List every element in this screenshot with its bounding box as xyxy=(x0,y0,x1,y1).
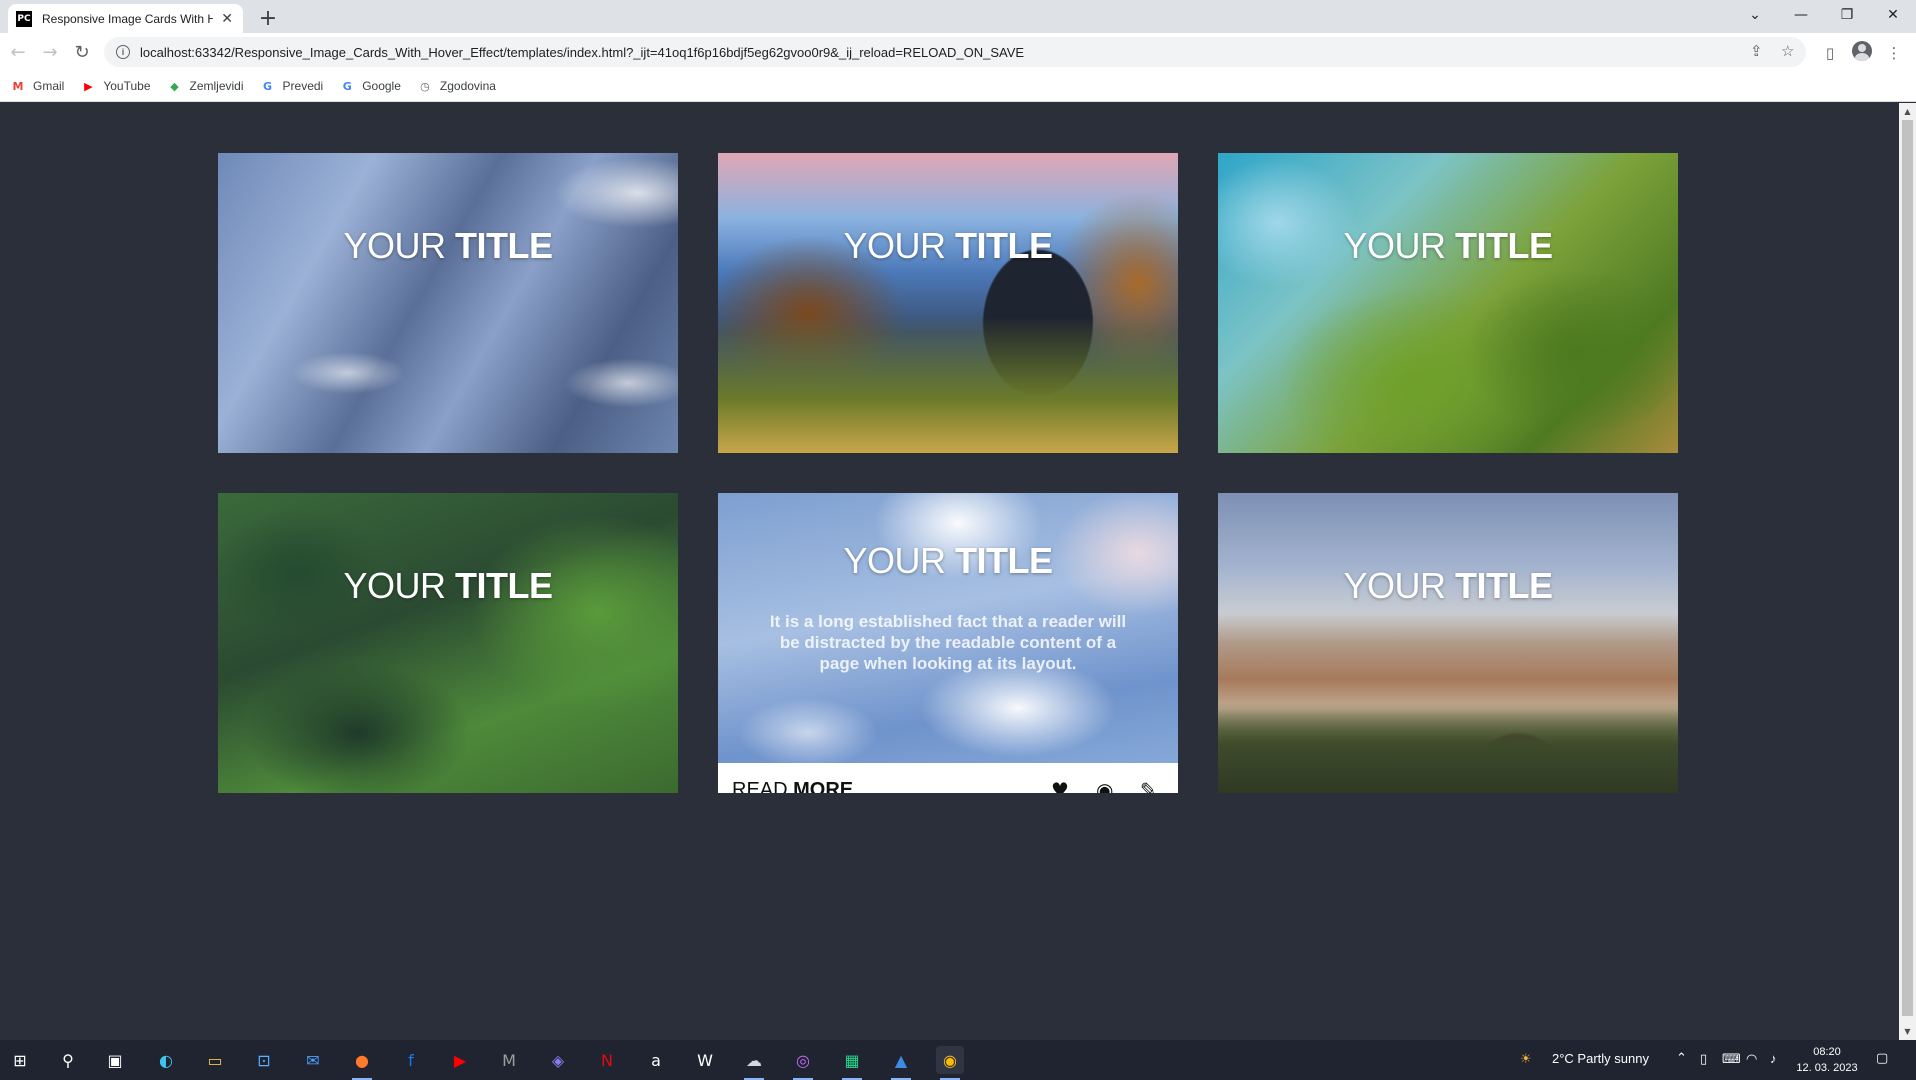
app-shield-icon[interactable]: ◈ xyxy=(544,1046,572,1074)
card-title: YOUR TITLE xyxy=(843,225,1053,266)
maps-icon: ◆ xyxy=(170,79,179,93)
browser-toolbar: ← → ↻ i localhost:63342/Responsive_Image… xyxy=(0,33,1916,71)
image-card-sky-hovered[interactable]: YOUR TITLE It is a long established fact… xyxy=(718,493,1178,793)
site-info-icon[interactable]: i xyxy=(116,45,130,59)
clock-date: 12. 03. 2023 xyxy=(1796,1062,1858,1074)
gmail-icon: M xyxy=(12,79,24,93)
side-panel-icon[interactable]: ▯ xyxy=(1820,43,1840,63)
bookmark-zemljevidi[interactable]: ◆ Zemljevidi xyxy=(167,78,244,94)
network-icon[interactable]: ◠ xyxy=(1746,1051,1757,1067)
browser-tab-strip: PC Responsive Image Cards With Ho ✕ + ⌄ … xyxy=(0,0,1916,33)
weather-icon[interactable]: ☀ xyxy=(1520,1051,1532,1067)
tray-chevron-up-icon[interactable]: ⌃ xyxy=(1676,1050,1687,1066)
image-card-canyon[interactable]: YOUR TITLE xyxy=(1218,493,1678,793)
eye-icon[interactable]: ◉ xyxy=(1096,778,1113,793)
tray-language-icon[interactable]: ⌨ xyxy=(1722,1051,1741,1067)
tray-device-icon[interactable]: ▯ xyxy=(1700,1051,1707,1067)
address-bar[interactable]: i localhost:63342/Responsive_Image_Cards… xyxy=(104,37,1806,67)
youtube-icon[interactable]: ▶ xyxy=(446,1046,474,1074)
bookmark-youtube[interactable]: ▶ YouTube xyxy=(80,78,150,94)
clock-time: 08:20 xyxy=(1813,1046,1841,1058)
bookmark-label: Google xyxy=(362,79,401,93)
bookmark-label: Gmail xyxy=(33,79,65,93)
photos-icon[interactable]: ▲ xyxy=(887,1046,915,1080)
app-weather-icon[interactable]: ☁ xyxy=(740,1046,768,1080)
pycharm-favicon-icon: PC xyxy=(16,10,32,27)
tab-title: Responsive Image Cards With Ho xyxy=(42,11,214,26)
store-icon[interactable]: ⊡ xyxy=(250,1046,278,1074)
netflix-icon[interactable]: N xyxy=(593,1046,621,1074)
windows-start-icon[interactable]: ⊞ xyxy=(6,1046,34,1074)
bookmark-label: Zemljevidi xyxy=(189,79,244,93)
volume-icon[interactable]: ♪ xyxy=(1770,1051,1777,1066)
amazon-icon[interactable]: a xyxy=(642,1046,670,1074)
bookmark-google[interactable]: G Google xyxy=(339,78,401,94)
translate-icon: G xyxy=(263,79,273,93)
minimize-button[interactable]: — xyxy=(1778,0,1824,30)
reload-button[interactable]: ↻ xyxy=(68,38,96,66)
url-text: localhost:63342/Responsive_Image_Cards_W… xyxy=(140,44,1025,60)
bookmark-zgodovina[interactable]: ◷ Zgodovina xyxy=(417,78,496,94)
card-title: YOUR TITLE xyxy=(1343,225,1553,266)
scroll-up-arrow-icon[interactable]: ▲ xyxy=(1899,103,1916,120)
bookmarks-bar: M Gmail ▶ YouTube ◆ Zemljevidi G Prevedi G Google… xyxy=(0,71,1916,102)
card-title: YOUR TITLE xyxy=(343,565,553,606)
card-footer: READ MORE ♥ ◉ ✎ xyxy=(718,763,1178,793)
bookmark-gmail[interactable]: M Gmail xyxy=(10,78,65,94)
share-icon[interactable]: ⇪ xyxy=(1750,42,1763,60)
profile-avatar-icon[interactable] xyxy=(1852,41,1872,61)
pycharm-icon[interactable]: ▦ xyxy=(838,1046,866,1080)
read-more-link[interactable]: READ MORE xyxy=(732,779,853,793)
weather-text[interactable]: 2°C Partly sunny xyxy=(1552,1051,1649,1066)
wikipedia-icon[interactable]: W xyxy=(691,1046,719,1074)
card-title: YOUR TITLE xyxy=(843,540,1053,581)
back-button[interactable]: ← xyxy=(4,38,32,66)
heart-icon[interactable]: ♥ xyxy=(1051,778,1069,793)
card-title: YOUR TITLE xyxy=(1343,565,1553,606)
history-icon: ◷ xyxy=(420,79,430,93)
new-tab-button[interactable]: + xyxy=(254,4,282,32)
mail-icon[interactable]: ✉ xyxy=(299,1046,327,1074)
browser-tab[interactable]: PC Responsive Image Cards With Ho ✕ xyxy=(8,4,243,33)
forward-button[interactable]: → xyxy=(36,38,64,66)
image-card-tree[interactable]: YOUR TITLE xyxy=(1218,153,1678,453)
menu-kebab-icon[interactable]: ⋮ xyxy=(1884,43,1904,63)
bookmark-star-icon[interactable]: ☆ xyxy=(1781,42,1794,60)
tab-search-icon[interactable]: ⌄ xyxy=(1732,0,1778,30)
app-m-icon[interactable]: M xyxy=(495,1046,523,1074)
vertical-scrollbar[interactable]: ▲ ▼ xyxy=(1899,103,1916,1040)
app-game-icon[interactable]: ◎ xyxy=(789,1046,817,1080)
image-card-leaves[interactable]: YOUR TITLE xyxy=(218,493,678,793)
paperclip-icon[interactable]: ✎ xyxy=(1140,778,1157,793)
file-explorer-icon[interactable]: ▭ xyxy=(201,1046,229,1074)
windows-taskbar: ⊞ ⚲ ▣ ◐ ▭ ⊡ ✉ ● f ▶ M ◈ N a W ☁ ◎ ▦ ▲ ◉ … xyxy=(0,1040,1916,1080)
close-tab-icon[interactable]: ✕ xyxy=(219,10,235,27)
image-card-mountains[interactable]: YOUR TITLE xyxy=(218,153,678,453)
youtube-icon: ▶ xyxy=(84,79,93,93)
edge-icon[interactable]: ◐ xyxy=(152,1046,180,1074)
bookmark-label: YouTube xyxy=(103,79,151,93)
close-window-button[interactable]: ✕ xyxy=(1870,0,1916,30)
image-card-barn[interactable]: YOUR TITLE xyxy=(718,153,1178,453)
bookmark-prevedi[interactable]: G Prevedi xyxy=(260,78,324,94)
scrollbar-thumb[interactable] xyxy=(1902,120,1913,1016)
search-icon[interactable]: ⚲ xyxy=(54,1046,82,1074)
google-icon: G xyxy=(342,79,352,93)
page-viewport: YOUR TITLE YOUR TITLE YOUR TITLE YOUR TI… xyxy=(0,103,1899,1040)
chrome-icon[interactable]: ◉ xyxy=(936,1046,964,1080)
restore-button[interactable]: ❐ xyxy=(1824,0,1870,30)
card-description: It is a long established fact that a rea… xyxy=(769,612,1127,673)
task-view-icon[interactable]: ▣ xyxy=(101,1046,129,1074)
system-clock[interactable]: 08:20 12. 03. 2023 xyxy=(1796,1044,1858,1076)
bookmark-label: Zgodovina xyxy=(439,79,496,93)
bookmark-label: Prevedi xyxy=(282,79,324,93)
firefox-icon[interactable]: ● xyxy=(348,1046,376,1080)
card-title: YOUR TITLE xyxy=(343,225,553,266)
facebook-icon[interactable]: f xyxy=(397,1046,425,1074)
scroll-down-arrow-icon[interactable]: ▼ xyxy=(1899,1023,1916,1040)
notifications-icon[interactable]: ▢ xyxy=(1876,1050,1888,1066)
